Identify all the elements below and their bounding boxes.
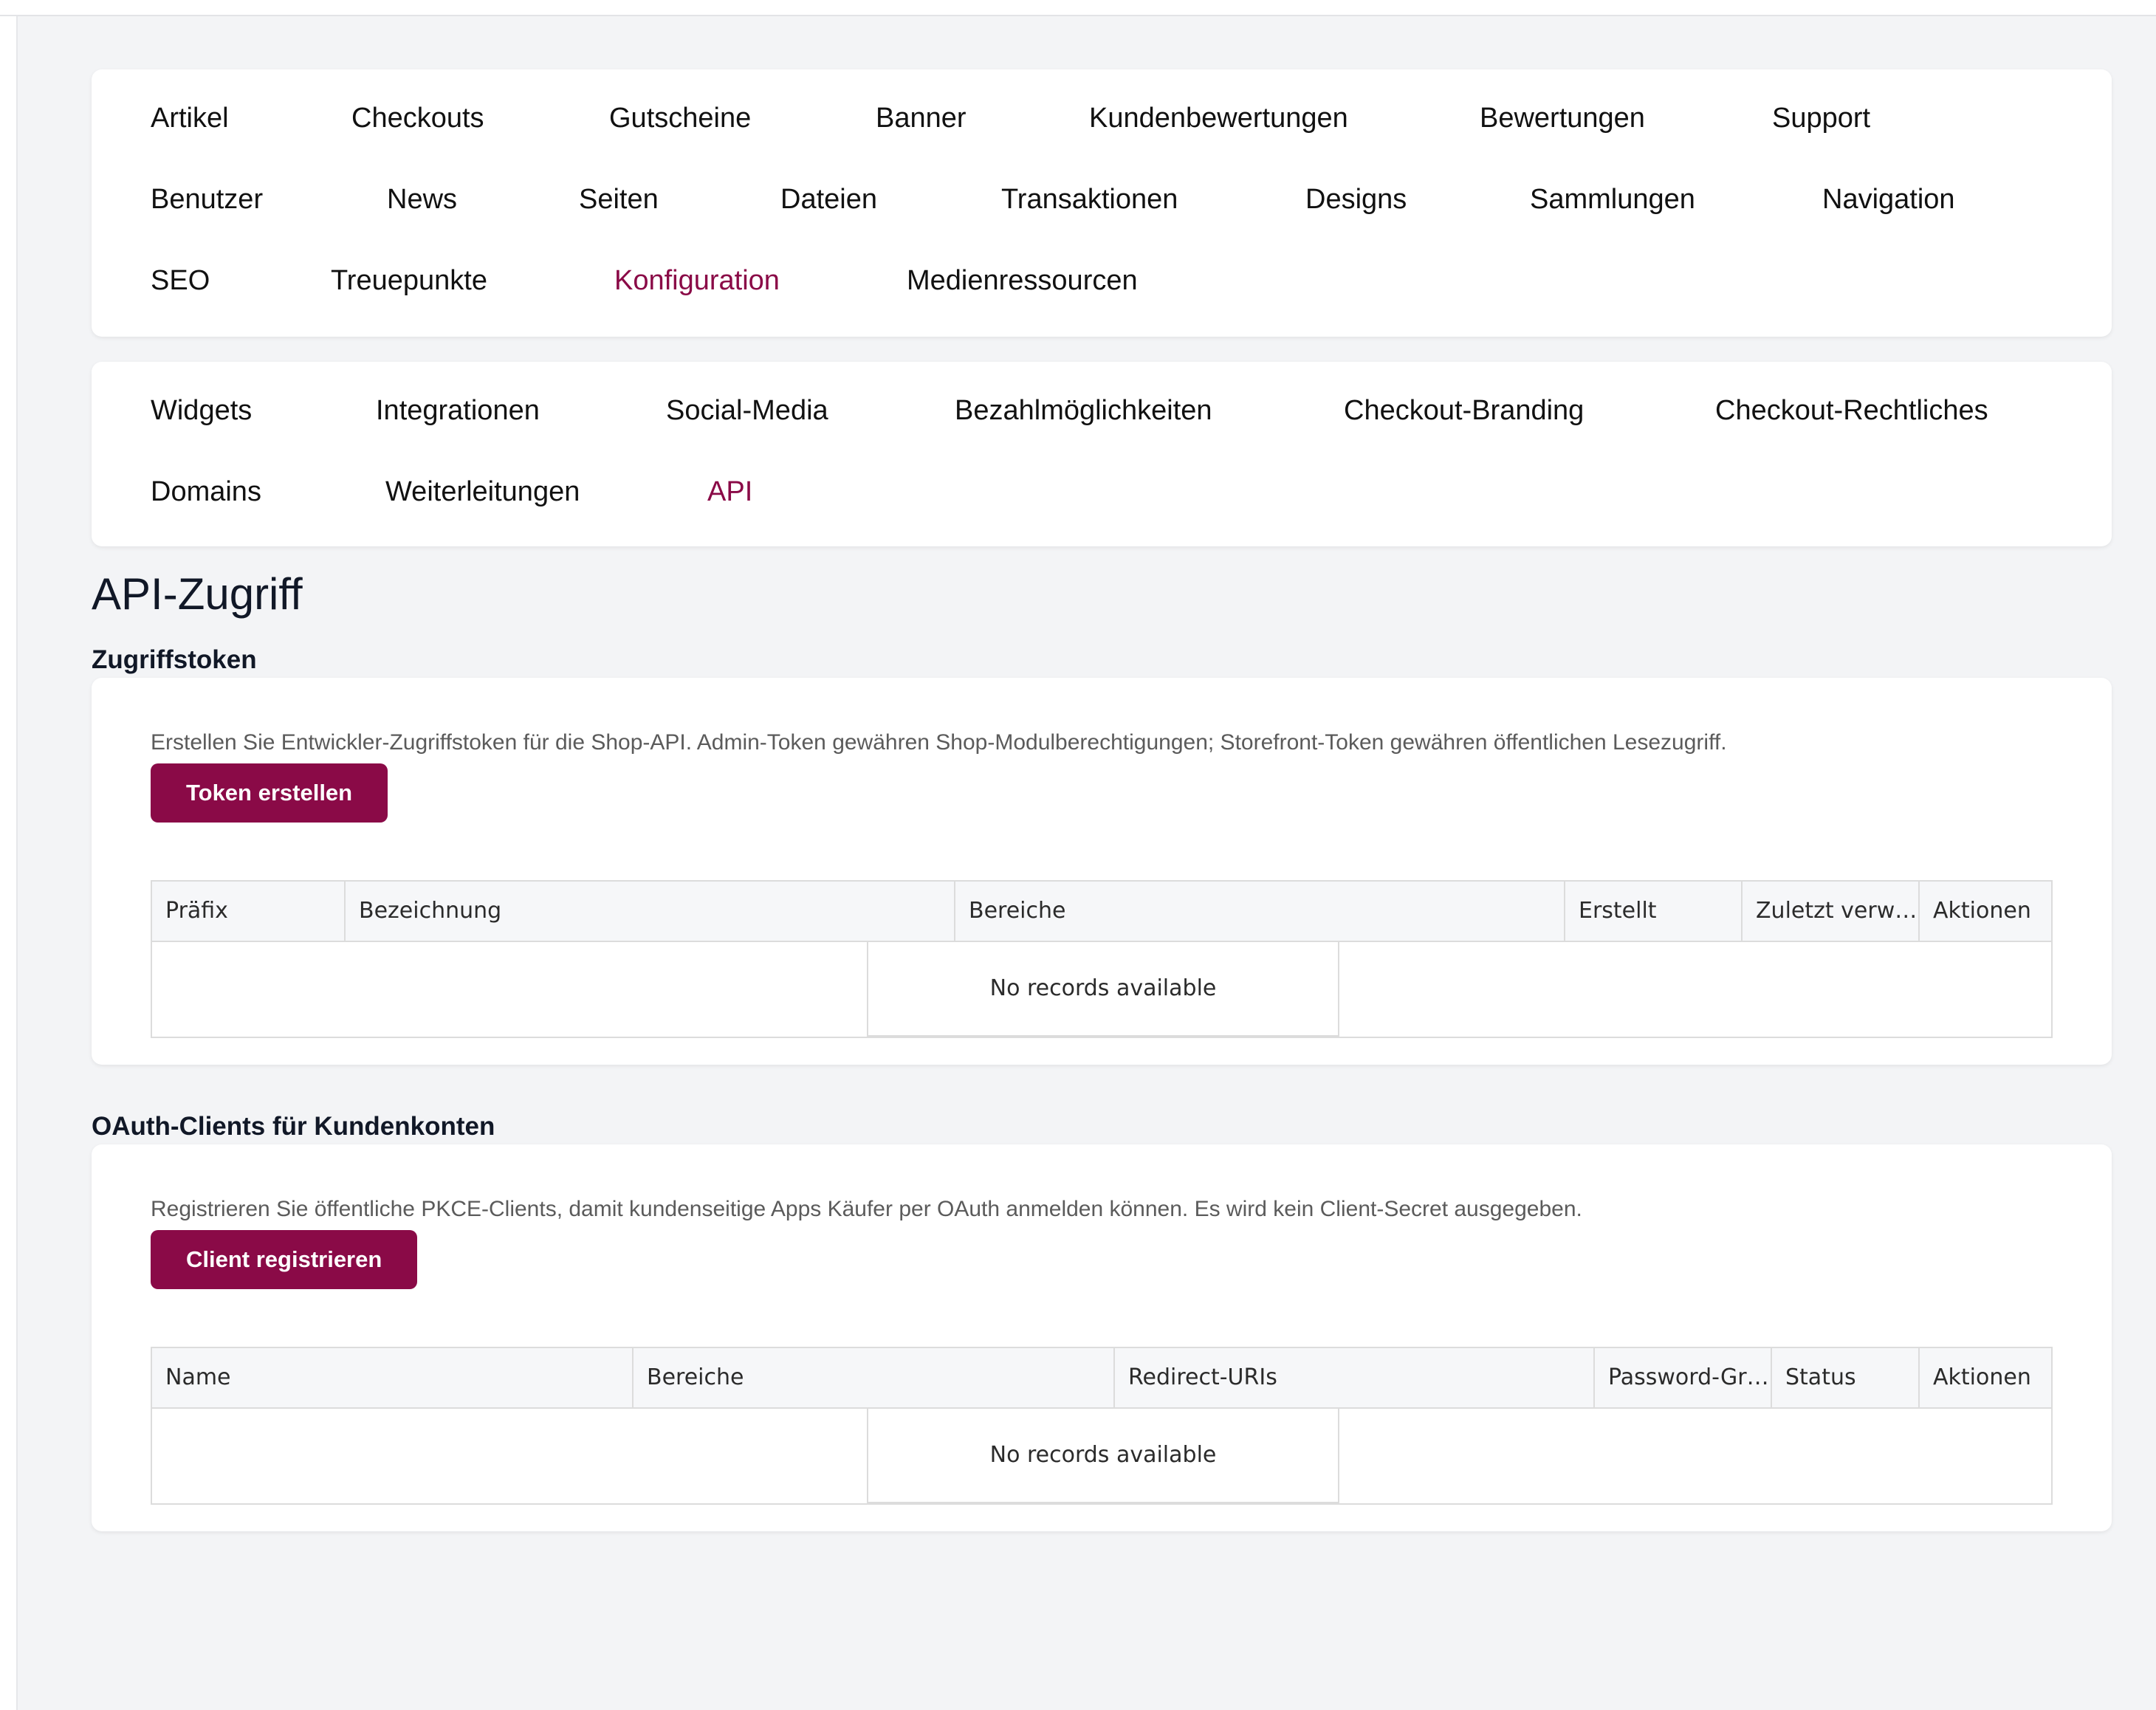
column-header-password-grant[interactable]: Password-Grant bbox=[1595, 1348, 1772, 1407]
sub-nav-card: Widgets Integrationen Social-Media Bezah… bbox=[92, 362, 2112, 546]
nav-medienressourcen[interactable]: Medienressourcen bbox=[907, 264, 1138, 297]
nav-konfiguration[interactable]: Konfiguration bbox=[614, 264, 780, 297]
nav-gutscheine[interactable]: Gutscheine bbox=[609, 102, 751, 134]
page-title: API-Zugriff bbox=[92, 569, 303, 619]
tokens-table: Präfix Bezeichnung Bereiche Erstellt Zul… bbox=[151, 880, 2053, 1038]
tokens-table-header: Präfix Bezeichnung Bereiche Erstellt Zul… bbox=[152, 882, 2051, 942]
oauth-empty-message: No records available bbox=[867, 1409, 1339, 1503]
subnav-checkout-branding[interactable]: Checkout-Branding bbox=[1344, 394, 1584, 427]
column-header-redirect-uris[interactable]: Redirect-URIs bbox=[1115, 1348, 1595, 1407]
nav-seiten[interactable]: Seiten bbox=[579, 183, 659, 216]
nav-news[interactable]: News bbox=[387, 183, 457, 216]
column-header-bereiche[interactable]: Bereiche bbox=[955, 882, 1565, 941]
left-sidebar-edge bbox=[0, 16, 18, 1710]
nav-checkouts[interactable]: Checkouts bbox=[351, 102, 484, 134]
subnav-domains[interactable]: Domains bbox=[151, 475, 261, 508]
nav-banner[interactable]: Banner bbox=[876, 102, 967, 134]
nav-treuepunkte[interactable]: Treuepunkte bbox=[331, 264, 487, 297]
nav-transaktionen[interactable]: Transaktionen bbox=[1001, 183, 1178, 216]
column-header-status[interactable]: Status bbox=[1772, 1348, 1920, 1407]
nav-designs[interactable]: Designs bbox=[1305, 183, 1407, 216]
nav-benutzer[interactable]: Benutzer bbox=[151, 183, 263, 216]
subnav-widgets[interactable]: Widgets bbox=[151, 394, 252, 427]
tokens-description: Erstellen Sie Entwickler-Zugriffstoken f… bbox=[151, 730, 1727, 755]
column-header-zuletzt-verwendet[interactable]: Zuletzt verwendet bbox=[1743, 882, 1920, 941]
oauth-table: Name Bereiche Redirect-URIs Password-Gra… bbox=[151, 1347, 2053, 1505]
create-token-button[interactable]: Token erstellen bbox=[151, 763, 388, 823]
nav-seo[interactable]: SEO bbox=[151, 264, 210, 297]
main-nav-card: Artikel Checkouts Gutscheine Banner Kund… bbox=[92, 69, 2112, 337]
subnav-bezahlmoeglichkeiten[interactable]: Bezahlmöglichkeiten bbox=[955, 394, 1212, 427]
tokens-section-title: Zugriffstoken bbox=[92, 645, 257, 674]
subnav-integrationen[interactable]: Integrationen bbox=[376, 394, 540, 427]
oauth-card: Registrieren Sie öffentliche PKCE-Client… bbox=[92, 1144, 2112, 1531]
nav-navigation[interactable]: Navigation bbox=[1822, 183, 1955, 216]
subnav-api[interactable]: API bbox=[707, 475, 752, 508]
main-content: Artikel Checkouts Gutscheine Banner Kund… bbox=[18, 16, 2156, 1710]
column-header-bezeichnung[interactable]: Bezeichnung bbox=[346, 882, 955, 941]
oauth-section-title: OAuth-Clients für Kundenkonten bbox=[92, 1112, 495, 1141]
column-header-aktionen[interactable]: Aktionen bbox=[1920, 882, 2051, 941]
column-header-name[interactable]: Name bbox=[152, 1348, 634, 1407]
tokens-empty-message: No records available bbox=[867, 942, 1339, 1037]
subnav-weiterleitungen[interactable]: Weiterleitungen bbox=[385, 475, 580, 508]
column-header-bereiche[interactable]: Bereiche bbox=[634, 1348, 1115, 1407]
register-client-button[interactable]: Client registrieren bbox=[151, 1230, 418, 1289]
tokens-card: Erstellen Sie Entwickler-Zugriffstoken f… bbox=[92, 678, 2112, 1065]
nav-support[interactable]: Support bbox=[1772, 102, 1870, 134]
top-bar bbox=[0, 0, 2156, 16]
subnav-social-media[interactable]: Social-Media bbox=[666, 394, 828, 427]
subnav-checkout-rechtliches[interactable]: Checkout-Rechtliches bbox=[1715, 394, 1988, 427]
column-header-aktionen[interactable]: Aktionen bbox=[1920, 1348, 2051, 1407]
nav-sammlungen[interactable]: Sammlungen bbox=[1530, 183, 1695, 216]
nav-kundenbewertungen[interactable]: Kundenbewertungen bbox=[1089, 102, 1348, 134]
oauth-description: Registrieren Sie öffentliche PKCE-Client… bbox=[151, 1197, 1582, 1221]
nav-bewertungen[interactable]: Bewertungen bbox=[1480, 102, 1645, 134]
column-header-erstellt[interactable]: Erstellt bbox=[1565, 882, 1743, 941]
oauth-table-header: Name Bereiche Redirect-URIs Password-Gra… bbox=[152, 1348, 2051, 1409]
nav-dateien[interactable]: Dateien bbox=[780, 183, 877, 216]
nav-artikel[interactable]: Artikel bbox=[151, 102, 229, 134]
column-header-praefix[interactable]: Präfix bbox=[152, 882, 346, 941]
